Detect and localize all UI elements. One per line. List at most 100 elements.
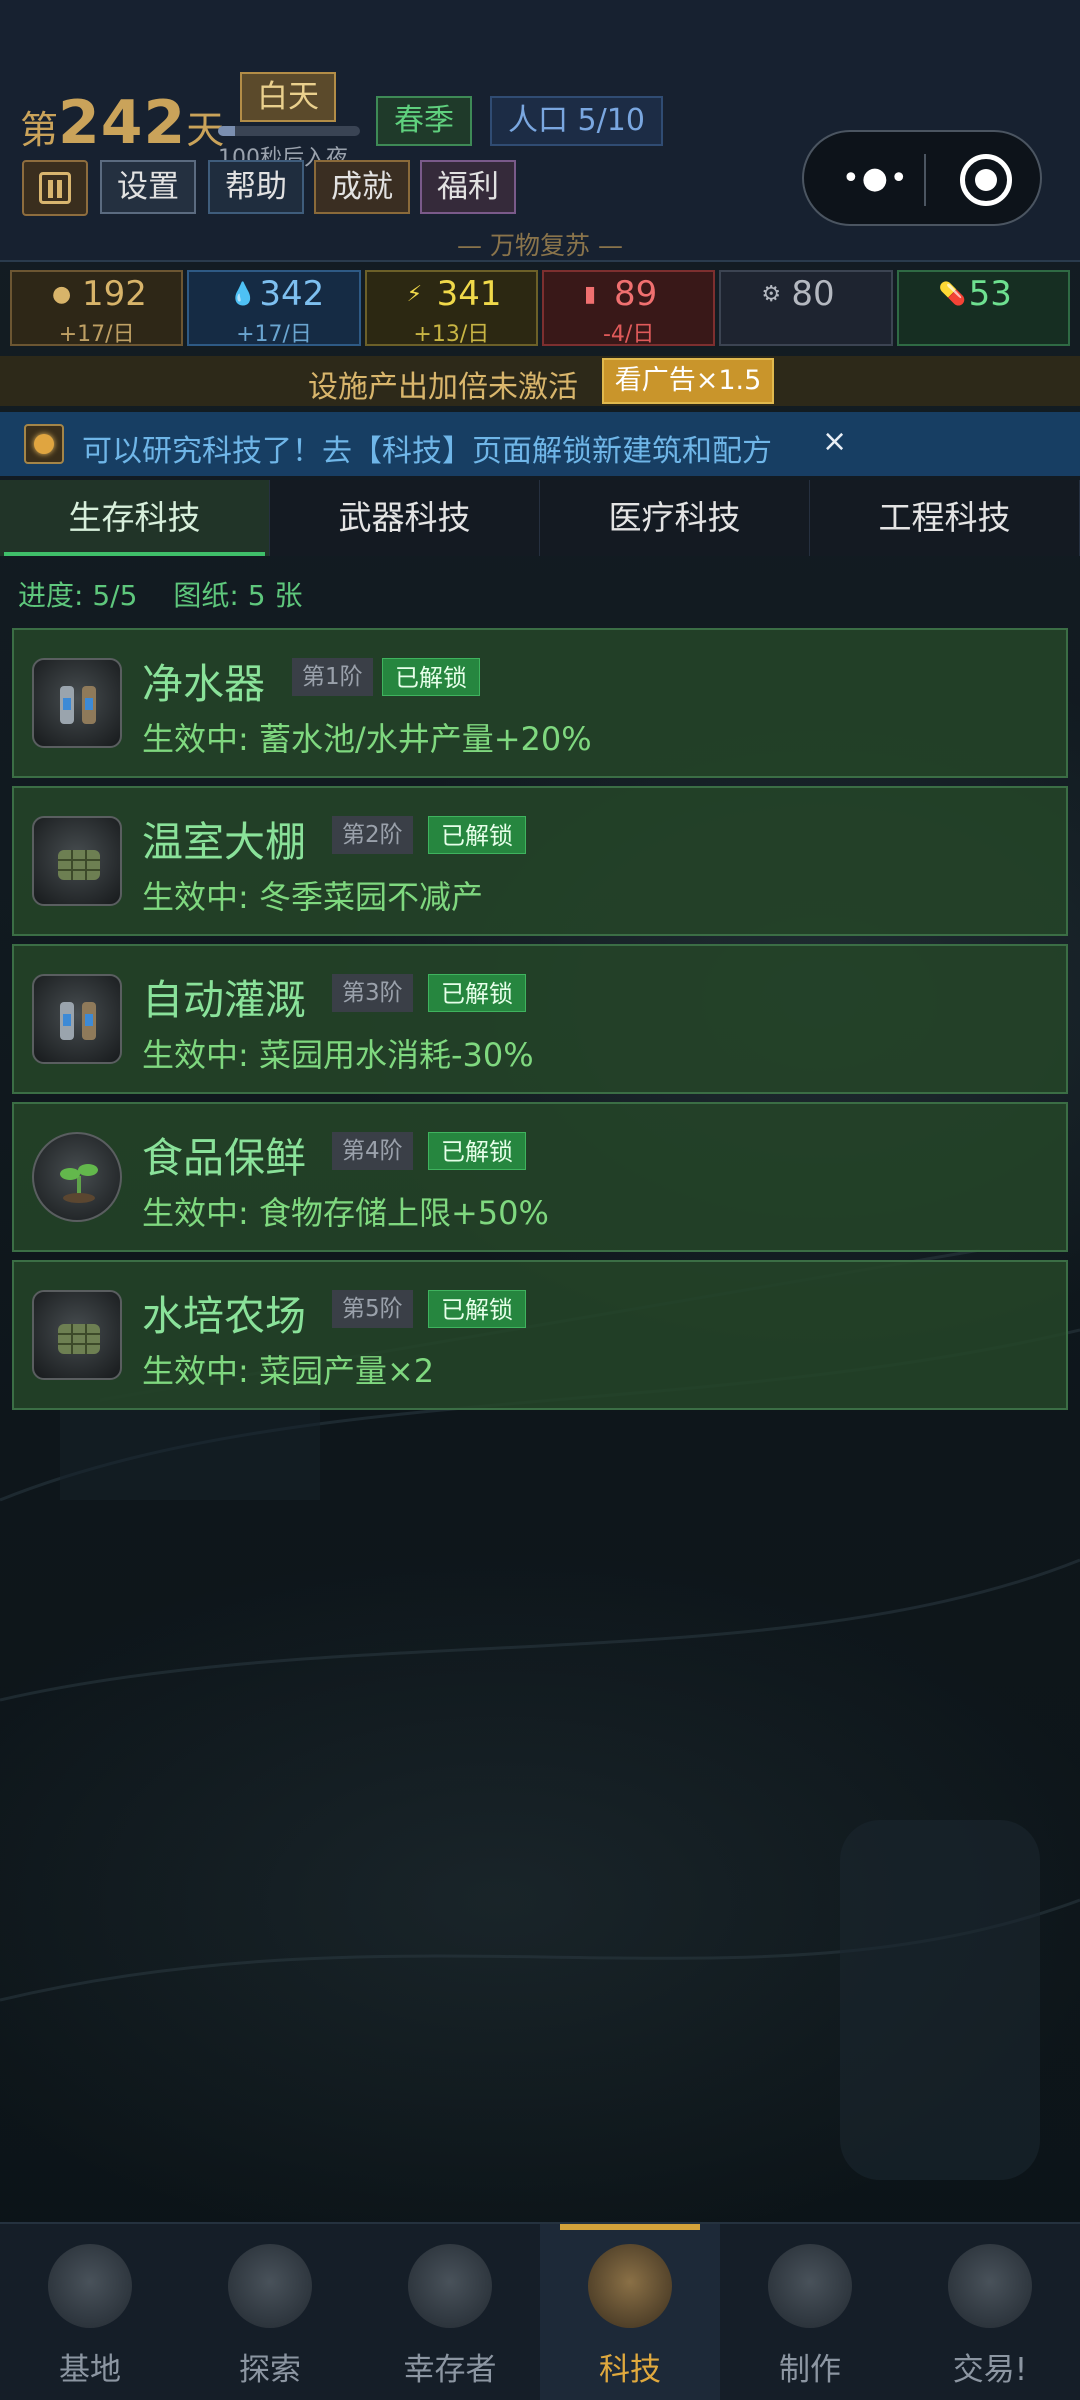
tech-tier: 第1阶 bbox=[292, 658, 373, 696]
notice-text: 可以研究科技了！去【科技】页面解锁新建筑和配方 bbox=[82, 434, 772, 469]
bottom-navigation: 基地 探索 幸存者 科技 制作 交易! bbox=[0, 2222, 1080, 2400]
day-progress-fill bbox=[218, 126, 236, 136]
greenhouse-icon bbox=[32, 816, 122, 906]
blueprint-count: 图纸: 5 张 bbox=[173, 579, 303, 612]
tab-survival-tech[interactable]: 生存科技 bbox=[0, 480, 270, 556]
tech-effect: 生效中: 冬季菜园不减产 bbox=[142, 878, 483, 916]
nav-item-5[interactable]: 交易! bbox=[900, 2224, 1080, 2400]
tech-card[interactable]: 食品保鲜 第4阶 已解锁生效中: 食物存储上限+50% bbox=[12, 1102, 1068, 1252]
nav-item-4[interactable]: 制作 bbox=[720, 2224, 900, 2400]
medicine-icon: 💊 bbox=[938, 282, 967, 307]
resource-value: 89 bbox=[613, 274, 658, 314]
tech-name: 食品保鲜 bbox=[142, 1134, 306, 1182]
tech-tier: 第5阶 bbox=[332, 1290, 413, 1328]
tech-card[interactable]: 水培农场 第5阶 已解锁 生效中: 菜园产量×2 bbox=[12, 1260, 1068, 1410]
miniprogram-capsule: •●• bbox=[802, 130, 1042, 226]
irrigation-icon bbox=[32, 974, 122, 1064]
tech-status-badge: 已解锁 bbox=[428, 816, 526, 854]
base-icon bbox=[48, 2244, 132, 2328]
trade-icon bbox=[948, 2244, 1032, 2328]
welfare-button[interactable]: 福利 bbox=[420, 160, 516, 214]
tech-tier: 第3阶 bbox=[332, 974, 413, 1012]
tech-card[interactable]: 净水器 第1阶 已解锁 生效中: 蓄水池/水井产量+20% bbox=[12, 628, 1068, 778]
food-icon: ● bbox=[52, 282, 72, 307]
tech-status-badge: 已解锁 bbox=[428, 1132, 526, 1170]
tech-card[interactable]: 温室大棚 第2阶 已解锁生效中: 冬季菜园不减产 bbox=[12, 786, 1068, 936]
tech-tier: 第2阶 bbox=[332, 816, 413, 854]
fuel-canister-icon: ▮ bbox=[583, 282, 597, 307]
tech-card[interactable]: 自动灌溉 第3阶 已解锁生效中: 菜园用水消耗-30% bbox=[12, 944, 1068, 1094]
close-miniprogram-icon[interactable] bbox=[960, 154, 1012, 206]
tech-effect: 生效中: 食物存储上限+50% bbox=[142, 1194, 549, 1232]
nav-item-2[interactable]: 幸存者 bbox=[360, 2224, 540, 2400]
help-button[interactable]: 帮助 bbox=[208, 160, 304, 214]
progress-count: 进度: 5/5 bbox=[18, 579, 138, 612]
day-progress-bar bbox=[218, 126, 360, 136]
survivors-icon bbox=[408, 2244, 492, 2328]
nav-label: 交易! bbox=[952, 2352, 1028, 2388]
boost-banner: 设施产出加倍未激活 看广告×1.5 bbox=[0, 356, 1080, 406]
tech-tier: 第4阶 bbox=[332, 1132, 413, 1170]
day-state-badge: 白天 bbox=[240, 72, 336, 122]
water-purifier-icon bbox=[32, 658, 122, 748]
population-badge: 人口 5/10 bbox=[490, 96, 663, 146]
gear-icon: ⚙ bbox=[761, 282, 782, 307]
resource-value: 53 bbox=[968, 274, 1012, 314]
seedling-icon bbox=[32, 1132, 122, 1222]
capsule-divider bbox=[924, 154, 926, 206]
tab-weapon-tech[interactable]: 武器科技 bbox=[270, 480, 540, 556]
day-prefix: 第 bbox=[20, 108, 59, 152]
tech-name: 温室大棚 bbox=[142, 818, 306, 866]
water-drop-icon: 💧 bbox=[229, 282, 257, 307]
tech-name: 净水器 bbox=[142, 660, 265, 708]
achievements-button[interactable]: 成就 bbox=[314, 160, 410, 214]
tab-engineering-tech[interactable]: 工程科技 bbox=[810, 480, 1080, 556]
tech-gear-icon bbox=[588, 2244, 672, 2328]
resource-rate: +13/日 bbox=[413, 322, 490, 347]
research-notice[interactable]: 可以研究科技了！去【科技】页面解锁新建筑和配方 × bbox=[0, 412, 1080, 476]
resource-1: 💧 342 +17/日 bbox=[187, 270, 361, 347]
nav-item-3[interactable]: 科技 bbox=[540, 2224, 720, 2400]
resource-2: ⚡ 341 +13/日 bbox=[364, 270, 538, 347]
tech-effect: 生效中: 菜园产量×2 bbox=[142, 1352, 435, 1390]
day-number: 242 bbox=[58, 88, 187, 158]
nav-label: 幸存者 bbox=[403, 2352, 497, 2388]
nav-item-1[interactable]: 探索 bbox=[180, 2224, 360, 2400]
tech-status-badge: 已解锁 bbox=[428, 1290, 526, 1328]
resource-value: 342 bbox=[259, 274, 325, 314]
hydroponic-crate-icon bbox=[32, 1290, 122, 1380]
nav-label: 基地 bbox=[59, 2352, 121, 2388]
tech-status-badge: 已解锁 bbox=[382, 658, 480, 696]
season-badge: 春季 bbox=[376, 96, 472, 146]
resource-rate: -4/日 bbox=[602, 322, 655, 347]
watch-ad-button[interactable]: 看广告×1.5 bbox=[602, 358, 774, 404]
crafting-icon bbox=[768, 2244, 852, 2328]
resource-value: 80 bbox=[791, 274, 835, 314]
tab-medical-tech[interactable]: 医疗科技 bbox=[540, 480, 810, 556]
resource-5: 💊 53 bbox=[896, 270, 1070, 346]
settings-button[interactable]: 设置 bbox=[100, 160, 196, 214]
research-progress: 进度: 5/5 图纸: 5 张 bbox=[18, 574, 338, 614]
resource-value: 341 bbox=[436, 274, 502, 314]
resource-3: ▮ 89 -4/日 bbox=[541, 270, 716, 347]
nav-item-0[interactable]: 基地 bbox=[0, 2224, 180, 2400]
resource-rate: +17/日 bbox=[58, 322, 135, 347]
tech-effect: 生效中: 菜园用水消耗-30% bbox=[142, 1036, 534, 1074]
resource-bar: ● 192 +17/日 💧 342 +17/日 ⚡ 341 +13/日 ▮ 89 -4/日 ⚙ 80 💊 53 bbox=[10, 270, 1070, 347]
tech-status-badge: 已解锁 bbox=[428, 974, 526, 1012]
research-lamp-icon bbox=[24, 424, 64, 464]
energy-icon: ⚡ bbox=[406, 282, 423, 307]
nav-label: 制作 bbox=[779, 2352, 841, 2388]
more-menu-icon[interactable]: •●• bbox=[842, 164, 912, 194]
nav-label: 科技 bbox=[599, 2352, 661, 2388]
boost-text: 设施产出加倍未激活 bbox=[308, 370, 578, 405]
pause-button[interactable] bbox=[22, 160, 88, 216]
close-icon[interactable]: × bbox=[822, 424, 847, 459]
pause-icon bbox=[39, 172, 71, 204]
game-header: 第242天 白天 100秒后入夜 春季 人口 5/10 设置 帮助 成就 福利 … bbox=[0, 0, 1080, 262]
resource-value: 192 bbox=[82, 274, 147, 314]
tech-tabs: 生存科技 武器科技 医疗科技 工程科技 bbox=[0, 480, 1080, 556]
nav-label: 探索 bbox=[239, 2352, 301, 2388]
day-counter: 第242天 bbox=[20, 88, 224, 158]
tech-name: 自动灌溉 bbox=[142, 976, 306, 1024]
